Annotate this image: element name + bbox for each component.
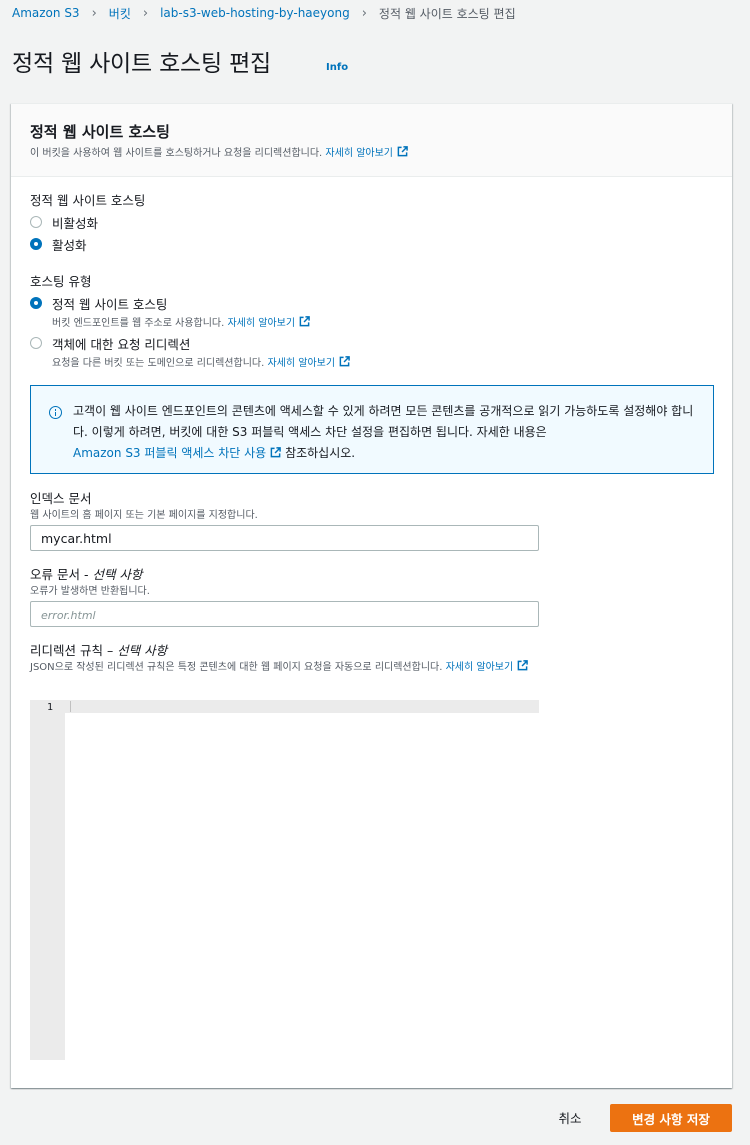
breadcrumb: Amazon S3 › 버킷 › lab-s3-web-hosting-by-h… [12, 4, 516, 22]
redirection-rules-editor[interactable]: 1 [30, 700, 539, 1060]
panel-title: 정적 웹 사이트 호스팅 [30, 123, 170, 141]
radio-description: 버킷 엔드포인트를 웹 주소로 사용합니다. 자세히 알아보기 [52, 314, 310, 329]
page-title: 정적 웹 사이트 호스팅 편집 [12, 51, 272, 77]
error-document-label: 오류 문서 - 선택 사항 [30, 567, 143, 582]
radio-label: 비활성화 [52, 216, 99, 231]
info-alert: 고객이 웹 사이트 엔드포인트의 콘텐츠에 액세스할 수 있게 하려면 모든 콘… [30, 385, 714, 474]
radio-description: 요청을 다른 버킷 또는 도메인으로 리디렉션합니다. 자세히 알아보기 [52, 354, 350, 369]
radio-label: 정적 웹 사이트 호스팅 [52, 297, 168, 312]
learn-more-link[interactable]: 자세히 알아보기 [227, 316, 310, 329]
panel-header: 정적 웹 사이트 호스팅 이 버킷을 사용하여 웹 사이트를 호스팅하거나 요청… [11, 104, 732, 177]
chevron-right-icon: › [91, 5, 97, 21]
external-link-icon [270, 447, 282, 458]
redirection-rules-label: 리디렉션 규칙 – 선택 사항 [30, 643, 168, 658]
learn-more-link[interactable]: 자세히 알아보기 [325, 146, 408, 159]
radio-button[interactable] [30, 238, 42, 250]
redirection-rules-description: JSON으로 작성된 리디렉션 규칙은 특정 콘텐츠에 대한 웹 페이지 요청을… [30, 658, 529, 673]
error-document-input[interactable] [30, 601, 539, 627]
chevron-right-icon: › [142, 5, 149, 21]
radio-button[interactable] [30, 337, 42, 349]
save-changes-button[interactable]: 변경 사항 저장 [610, 1104, 732, 1132]
error-document-description: 오류가 발생하면 반환됩니다. [30, 586, 150, 597]
block-public-access-link[interactable]: Amazon S3 퍼블릭 액세스 차단 사용 [73, 446, 282, 460]
radio-label: 활성화 [52, 238, 87, 253]
radio-enable[interactable]: 활성화 [30, 235, 87, 254]
info-link[interactable]: Info [326, 62, 348, 73]
breadcrumb-amazon-s3[interactable]: Amazon S3 [12, 6, 80, 20]
external-link-icon [517, 660, 529, 671]
radio-static-hosting[interactable]: 정적 웹 사이트 호스팅 버킷 엔드포인트를 웹 주소로 사용합니다. 자세히 … [30, 294, 310, 329]
editor-active-line[interactable] [65, 700, 539, 713]
index-document-label: 인덱스 문서 [30, 491, 92, 506]
radio-disable[interactable]: 비활성화 [30, 213, 98, 232]
line-number: 1 [46, 702, 53, 713]
radio-button[interactable] [30, 297, 42, 309]
learn-more-link[interactable]: 자세히 알아보기 [267, 356, 350, 369]
index-document-input[interactable] [30, 525, 539, 551]
editor-gutter: 1 [30, 700, 65, 1060]
external-link-icon [339, 356, 350, 367]
index-document-description: 웹 사이트의 홈 페이지 또는 기본 페이지를 지정합니다. [30, 510, 258, 521]
learn-more-link[interactable]: 자세히 알아보기 [446, 660, 529, 673]
external-link-icon [299, 316, 310, 327]
radio-label: 객체에 대한 요청 리디렉션 [52, 337, 191, 352]
panel-description: 이 버킷을 사용하여 웹 사이트를 호스팅하거나 요청을 리디렉션합니다. 자세… [30, 144, 408, 159]
breadcrumb-current: 정적 웹 사이트 호스팅 편집 [378, 6, 516, 21]
editor-cursor [70, 701, 71, 712]
static-website-hosting-panel: 정적 웹 사이트 호스팅 이 버킷을 사용하여 웹 사이트를 호스팅하거나 요청… [11, 103, 732, 1088]
alert-text: 고객이 웹 사이트 엔드포인트의 콘텐츠에 액세스할 수 있게 하려면 모든 콘… [73, 404, 694, 460]
radio-redirect-requests[interactable]: 객체에 대한 요청 리디렉션 요청을 다른 버킷 또는 도메인으로 리디렉션합니… [30, 334, 350, 369]
hosting-toggle-label: 정적 웹 사이트 호스팅 [30, 193, 146, 208]
chevron-right-icon: › [361, 5, 367, 21]
breadcrumb-bucket-name[interactable]: lab-s3-web-hosting-by-haeyong [160, 6, 350, 20]
hosting-type-label: 호스팅 유형 [30, 274, 92, 289]
cancel-button[interactable]: 취소 [544, 1105, 596, 1129]
radio-button[interactable] [30, 216, 42, 228]
info-icon [49, 406, 62, 419]
breadcrumb-buckets[interactable]: 버킷 [109, 5, 131, 22]
external-link-icon [397, 146, 408, 157]
